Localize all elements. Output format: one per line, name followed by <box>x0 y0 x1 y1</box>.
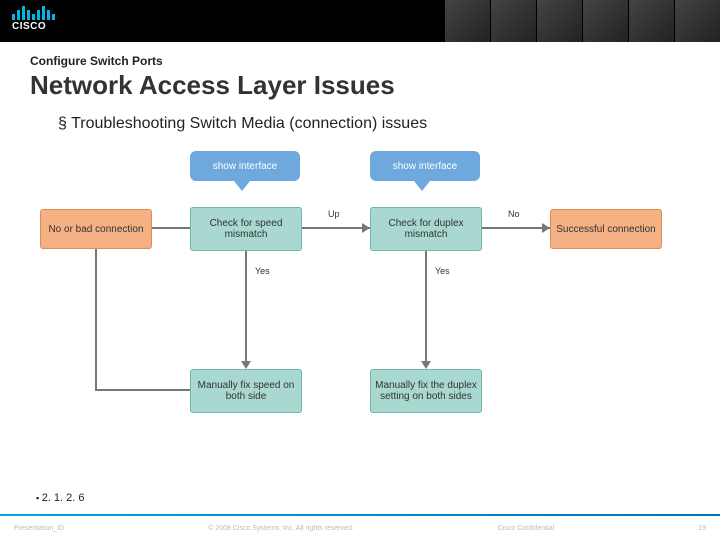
slide-header: CISCO <box>0 0 720 42</box>
section-label: Configure Switch Ports <box>30 54 690 68</box>
arrow-right-icon <box>542 223 550 233</box>
slide-content: Configure Switch Ports Network Access La… <box>0 42 720 451</box>
box-fix-duplex: Manually fix the duplex setting on both … <box>370 369 482 413</box>
cisco-logo: CISCO <box>12 4 55 32</box>
callout-tail-icon <box>414 181 430 191</box>
bullet-text: Troubleshooting Switch Media (connection… <box>58 115 690 133</box>
footer-center: © 2008 Cisco Systems, Inc. All rights re… <box>208 525 354 532</box>
footer-right: Cisco Confidential <box>498 525 554 532</box>
label-yes-2: Yes <box>435 266 450 276</box>
callout-show-interface-left: show interface <box>190 151 300 181</box>
box-check-speed: Check for speed mismatch <box>190 207 302 251</box>
flowchart: show interface show interface No or bad … <box>50 151 670 451</box>
callout-tail-icon <box>234 181 250 191</box>
reference-number: 2. 1. 2. 6 <box>36 492 85 504</box>
callout-show-interface-right: show interface <box>370 151 480 181</box>
header-photo-strip <box>444 0 720 42</box>
arrow-down-icon <box>421 361 431 369</box>
box-success: Successful connection <box>550 209 662 249</box>
label-up: Up <box>328 209 340 219</box>
brand-text: CISCO <box>12 21 55 32</box>
box-check-duplex: Check for duplex mismatch <box>370 207 482 251</box>
logo-bars-icon <box>12 4 55 20</box>
arrow-down-icon <box>241 361 251 369</box>
arrow-right-icon <box>362 223 370 233</box>
page-number: 19 <box>698 525 706 532</box>
box-fix-speed: Manually fix speed on both side <box>190 369 302 413</box>
slide-footer: Presentation_ID © 2008 Cisco Systems, In… <box>0 516 720 540</box>
box-no-connection: No or bad connection <box>40 209 152 249</box>
slide-title: Network Access Layer Issues <box>30 70 690 101</box>
footer-left: Presentation_ID <box>14 525 64 532</box>
label-yes-1: Yes <box>255 266 270 276</box>
label-no: No <box>508 209 520 219</box>
